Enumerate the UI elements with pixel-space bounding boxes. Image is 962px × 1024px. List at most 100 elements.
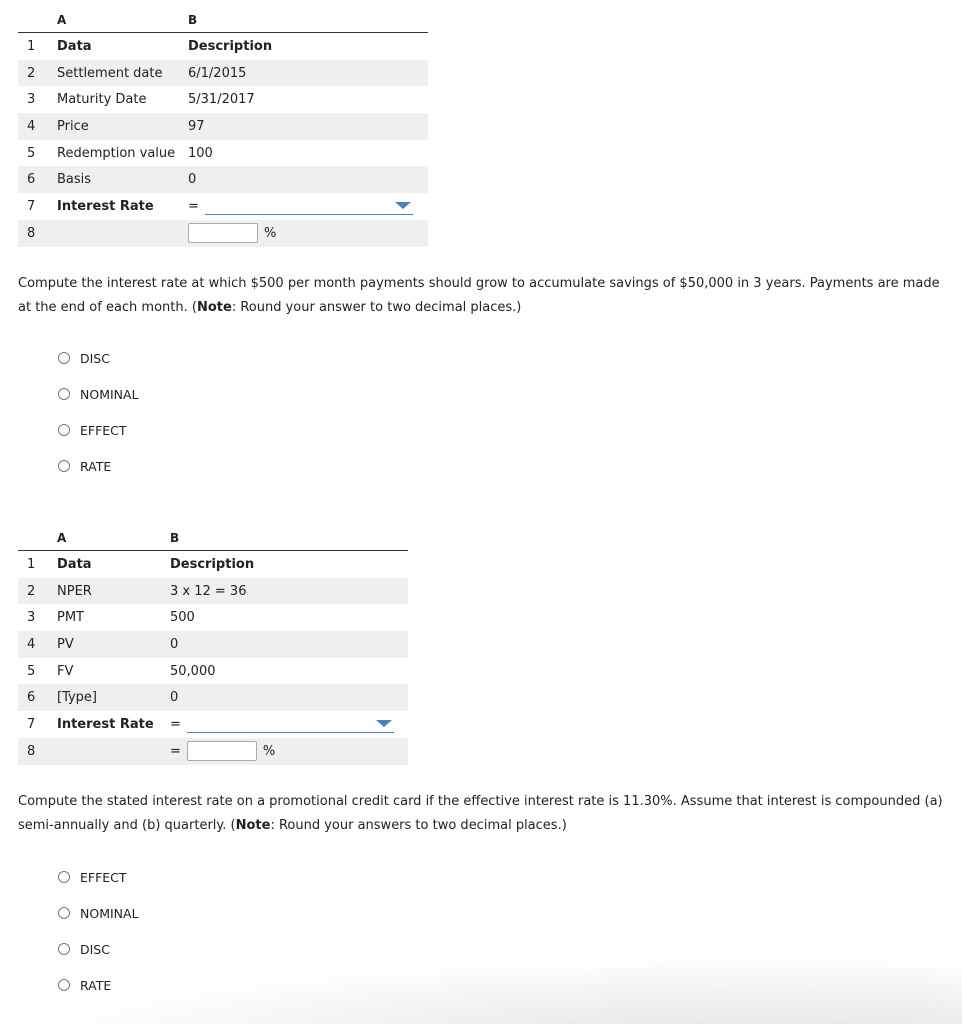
radio-button[interactable] [58,424,70,436]
cell-a: Settlement date [57,65,163,81]
cell-b: 0 [170,636,179,652]
column-header-b: B [170,531,180,545]
option-label: DISC [80,941,110,957]
row-number: 6 [27,690,36,706]
table-row: 6 Basis 0 [18,166,428,194]
radio-option-effect[interactable]: EFFECT [58,412,139,448]
radio-button[interactable] [58,871,70,883]
cell-a: FV [57,663,74,679]
row-number: 3 [27,92,36,108]
cell-b: 0 [188,172,197,188]
question-1-text: Compute the interest rate at which $500 … [18,276,940,315]
cell-b: Description [188,38,273,54]
row-number: 6 [27,172,36,188]
chevron-down-icon [394,201,411,209]
table-row: 8 = % [18,737,408,765]
radio-option-rate[interactable]: RATE [58,967,139,1003]
cell-a: PMT [57,610,84,626]
cell-a: Interest Rate [57,198,154,214]
table-row: 5 Redemption value 100 [18,140,428,167]
table-row: 2 NPER 3 x 12 = 36 [18,577,408,605]
radio-button[interactable] [58,388,70,400]
radio-option-nominal[interactable]: NOMINAL [58,376,139,412]
cell-a: PV [57,636,74,652]
cell-a: NPER [57,583,92,599]
note-label: Note [196,300,232,315]
cell-b: % [188,223,428,244]
chevron-down-icon [375,719,392,727]
table-row: 6 [Type] 0 [18,684,408,712]
spreadsheet-table-2: A B 1 Data Description 2 NPER 3 x 12 = 3… [18,526,408,765]
row-number: 1 [27,38,36,54]
row-number: 1 [27,556,36,572]
note-label: Note [235,818,271,833]
option-label: RATE [80,977,112,993]
cell-a: Interest Rate [57,716,154,732]
interest-rate-input[interactable] [186,741,257,762]
cell-b: = [170,716,408,733]
column-header-b: B [188,13,198,27]
cell-a: Data [57,556,92,572]
cell-b: = % [170,741,408,762]
percent-unit: % [262,743,276,759]
radio-button[interactable] [58,352,70,364]
radio-button[interactable] [58,460,70,472]
cell-b: 5/31/2017 [188,92,255,108]
radio-option-nominal[interactable]: NOMINAL [58,895,139,931]
row-number: 2 [27,65,36,81]
row-number: 8 [27,225,36,241]
row-number: 4 [27,636,36,652]
table-row: 4 PV 0 [18,631,408,658]
row-number: 8 [27,743,36,759]
cell-a: Maturity Date [57,92,147,108]
radio-option-rate[interactable]: RATE [58,448,139,484]
radio-button[interactable] [58,979,70,991]
percent-unit: % [264,225,277,241]
radio-button[interactable] [58,907,70,919]
table-row: 4 Price 97 [18,113,428,140]
cell-a: Redemption value [57,145,176,161]
column-header-row: A B [18,8,428,33]
cell-b: 6/1/2015 [188,65,247,81]
radio-option-disc[interactable]: DISC [58,340,139,376]
equals-sign: = [170,716,181,732]
cell-b: 50,000 [170,663,216,679]
table-row: 3 PMT 500 [18,604,408,631]
column-header-a: A [57,531,67,545]
radio-option-disc[interactable]: DISC [58,931,139,967]
table-row: 1 Data Description [18,551,408,578]
interest-rate-function-dropdown[interactable] [204,198,413,215]
radio-option-effect[interactable]: EFFECT [58,859,139,895]
answer-options-1: DISC NOMINAL EFFECT RATE [58,340,139,484]
table-row: 2 Settlement date 6/1/2015 [18,59,428,87]
cell-a: [Type] [57,690,98,706]
option-label: RATE [80,458,112,474]
row-number: 3 [27,610,36,626]
table-row: 3 Maturity Date 5/31/2017 [18,86,428,113]
cell-b: 3 x 12 = 36 [170,583,247,599]
table-row: 1 Data Description [18,33,428,60]
equals-sign: = [188,198,199,214]
interest-rate-input[interactable] [188,223,258,244]
cell-a: Basis [57,172,92,188]
table-row: 5 FV 50,000 [18,658,408,685]
cell-b: = [188,198,428,215]
question-2-text: Compute the stated interest rate on a pr… [18,794,943,833]
option-label: NOMINAL [80,386,139,402]
table-row: 7 Interest Rate = [18,711,408,738]
row-number: 5 [27,663,36,679]
cell-a: Price [57,118,89,134]
option-label: EFFECT [80,422,127,438]
cell-b: Description [170,556,255,572]
bottom-shadow [0,954,962,1024]
column-header-a: A [57,13,67,27]
column-header-row: A B [18,526,408,551]
row-number: 5 [27,145,36,161]
interest-rate-function-dropdown[interactable] [186,716,394,733]
radio-button[interactable] [58,943,70,955]
cell-b: 97 [188,118,205,134]
table-row: 8 % [18,219,428,247]
cell-a: Data [57,38,92,54]
table-row: 7 Interest Rate = [18,193,428,220]
spreadsheet-table-1: A B 1 Data Description 2 Settlement date… [18,8,428,247]
